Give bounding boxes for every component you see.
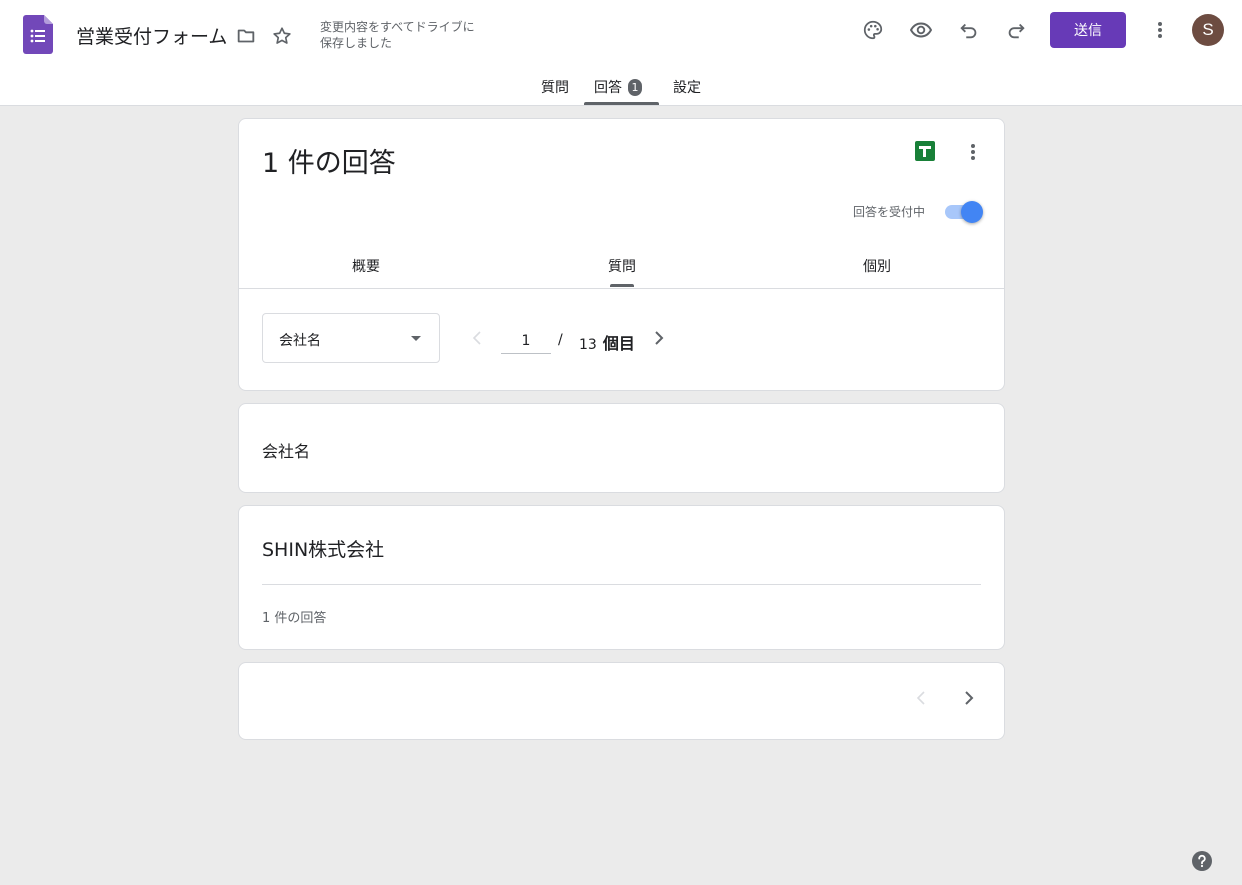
undo-icon[interactable] — [955, 16, 983, 44]
preview-eye-icon[interactable] — [907, 16, 935, 44]
bottom-next-icon[interactable] — [957, 686, 981, 710]
subtab-active-indicator — [610, 284, 634, 287]
next-question-icon[interactable] — [647, 326, 671, 350]
responses-count-badge: 1 — [628, 78, 642, 96]
tab-questions[interactable]: 質問 — [541, 77, 569, 97]
responses-count-title: 1 件の回答 — [262, 148, 396, 179]
active-tab-indicator — [584, 102, 659, 105]
tab-settings[interactable]: 設定 — [673, 77, 701, 97]
question-page-input[interactable] — [501, 329, 551, 354]
answer-divider — [262, 584, 981, 585]
question-title: 会社名 — [262, 442, 311, 461]
form-title[interactable]: 営業受付フォーム — [76, 22, 227, 49]
account-avatar[interactable]: S — [1192, 14, 1224, 46]
subtab-summary[interactable]: 概要 — [352, 256, 380, 276]
bottom-prev-icon[interactable] — [909, 686, 933, 710]
answer-card: SHIN株式会社 1 件の回答 — [238, 505, 1005, 650]
question-select[interactable]: 会社名 — [262, 313, 440, 363]
subtab-individual[interactable]: 個別 — [863, 256, 891, 276]
redo-icon[interactable] — [1002, 16, 1030, 44]
responses-summary-card: 1 件の回答 回答を受付中 概要 質問 個別 会社名 / 13 個目 — [238, 118, 1005, 391]
send-button[interactable]: 送信 — [1050, 12, 1126, 48]
responses-more-icon[interactable] — [961, 140, 985, 164]
forms-logo-icon[interactable] — [23, 15, 53, 54]
accepting-responses-label: 回答を受付中 — [853, 205, 926, 219]
prev-question-icon[interactable] — [465, 326, 489, 350]
star-icon[interactable] — [268, 22, 296, 50]
sheets-link-icon[interactable] — [915, 141, 935, 161]
save-status-line2: 保存しました — [320, 36, 393, 50]
page-unit: 個目 — [602, 334, 635, 353]
bottom-pager-card — [238, 662, 1005, 740]
more-vert-icon[interactable] — [1146, 16, 1174, 44]
save-status: 変更内容をすべてドライブに 保存しました — [320, 19, 520, 51]
question-title-card: 会社名 — [238, 403, 1005, 493]
save-status-line1: 変更内容をすべてドライブに — [320, 20, 475, 34]
palette-icon[interactable] — [859, 16, 887, 44]
tab-responses[interactable]: 回答 1 — [594, 77, 642, 97]
answer-text: SHIN株式会社 — [262, 539, 385, 561]
folder-icon[interactable] — [232, 22, 260, 50]
dropdown-arrow-icon — [411, 336, 421, 341]
subtab-divider — [239, 288, 1004, 289]
question-select-value: 会社名 — [279, 333, 321, 349]
tab-settings-label: 設定 — [673, 80, 701, 96]
subtab-question[interactable]: 質問 — [608, 256, 636, 276]
tab-responses-label: 回答 — [594, 80, 622, 96]
tab-questions-label: 質問 — [541, 80, 569, 96]
toggle-knob — [961, 201, 983, 223]
help-icon[interactable] — [1192, 851, 1212, 871]
page-separator: / — [558, 332, 563, 348]
answer-count: 1 件の回答 — [262, 611, 327, 626]
page-total-number: 13 — [579, 337, 597, 353]
page-total: 13 個目 — [579, 330, 635, 354]
accepting-responses-toggle[interactable] — [943, 200, 983, 223]
app-header: 営業受付フォーム 変更内容をすべてドライブに 保存しました 送信 S 質問 回答 — [0, 0, 1242, 106]
